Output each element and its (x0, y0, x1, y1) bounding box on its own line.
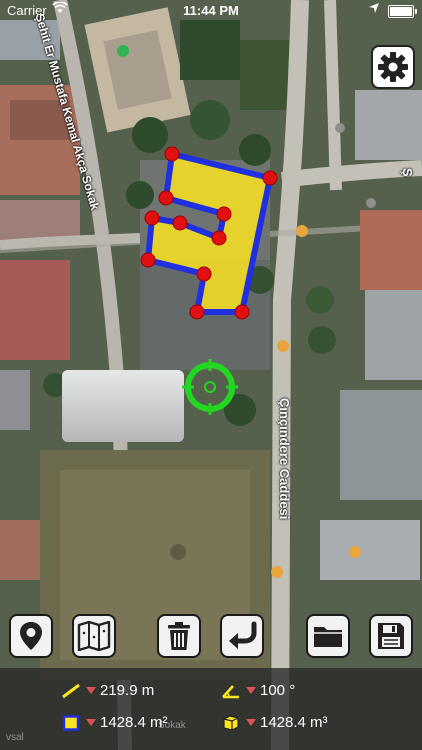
map-pin-icon (20, 622, 42, 650)
cube-icon (220, 714, 242, 731)
gear-icon (378, 52, 408, 82)
battery-icon (388, 5, 417, 18)
map-type-button[interactable] (72, 614, 116, 658)
satellite-map[interactable]: Şehit Er Mustafa Kemal Akça Sokak Çınçın… (0, 0, 422, 750)
area-metric: 1428.4 m² (60, 714, 168, 731)
battery-level (390, 7, 412, 16)
location-button[interactable] (9, 614, 53, 658)
crosshair-icon[interactable] (182, 359, 238, 415)
angle-metric: 100 ° (220, 682, 295, 699)
measurement-polygon[interactable] (0, 0, 422, 750)
polygon-vertex[interactable] (172, 215, 188, 231)
clock: 11:44 PM (183, 3, 239, 18)
settings-button[interactable] (371, 45, 415, 89)
save-button[interactable] (369, 614, 413, 658)
trash-icon (168, 622, 190, 650)
polygon-vertex[interactable] (144, 210, 160, 226)
polygon-vertex[interactable] (196, 266, 212, 282)
angle-value: 100 ° (260, 682, 296, 699)
distance-metric: 219.9 m (60, 682, 154, 699)
line-icon (60, 683, 82, 699)
area-square-icon (60, 714, 82, 731)
polygon-vertex[interactable] (216, 206, 232, 222)
measurement-panel: Sokak vsal 219.9 m 100 ° 1428.4 m² 1428.… (0, 668, 422, 750)
return-arrow-icon (229, 621, 257, 649)
floppy-disk-icon (378, 623, 404, 649)
dropdown-triangle-icon (86, 719, 96, 726)
polygon-vertex[interactable] (189, 304, 205, 320)
folder-icon (314, 627, 342, 647)
delete-button[interactable] (157, 614, 201, 658)
map-watermark: vsal (6, 732, 24, 743)
polygon-vertex[interactable] (158, 190, 174, 206)
folded-map-icon (77, 621, 111, 651)
open-button[interactable] (306, 614, 350, 658)
polygon-vertex[interactable] (164, 146, 180, 162)
polygon-vertex[interactable] (262, 170, 278, 186)
status-bar: Carrier 11:44 PM (0, 0, 422, 22)
undo-button[interactable] (220, 614, 264, 658)
location-arrow-icon (368, 2, 380, 17)
volume-value: 1428.4 m³ (260, 714, 328, 731)
angle-icon (220, 683, 242, 699)
distance-value: 219.9 m (100, 682, 155, 699)
dropdown-triangle-icon (246, 687, 256, 694)
polygon-vertex[interactable] (234, 304, 250, 320)
area-value: 1428.4 m² (100, 714, 168, 731)
volume-metric: 1428.4 m³ (220, 714, 328, 731)
polygon-vertex[interactable] (211, 230, 227, 246)
dropdown-triangle-icon (86, 687, 96, 694)
polygon-vertex[interactable] (140, 252, 156, 268)
dropdown-triangle-icon (246, 719, 256, 726)
